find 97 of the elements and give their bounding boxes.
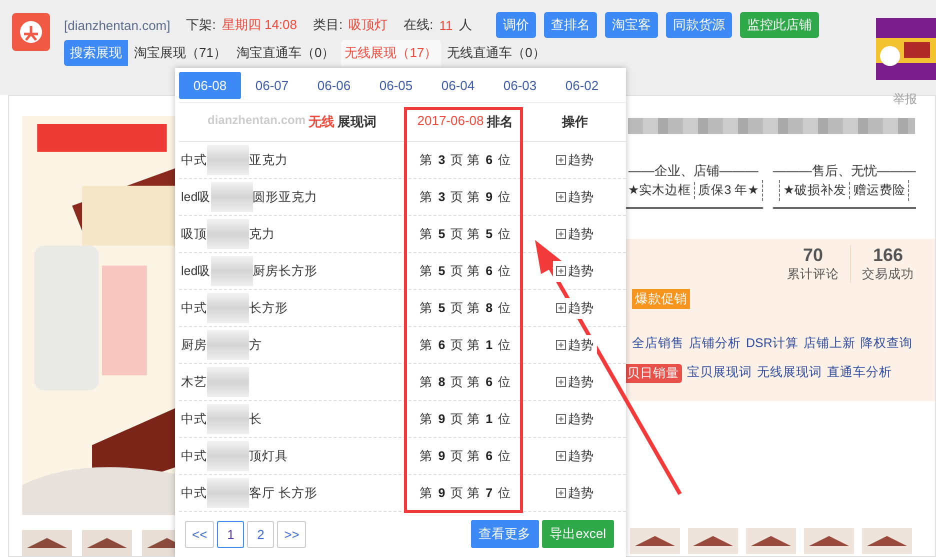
field-value: 星期四 14:08 [222, 16, 298, 34]
blur-mask [207, 330, 249, 360]
field-unit: 人 [458, 16, 472, 34]
date-tab[interactable]: 06-04 [427, 72, 489, 98]
keyword-text: 厨房长方形 [252, 262, 318, 280]
keyword-text: 方 [249, 336, 262, 354]
tab[interactable]: 淘宝展现（71） [130, 40, 230, 66]
blur-mask [207, 367, 249, 397]
page-button[interactable]: 2 [247, 520, 274, 548]
blur-mask [207, 404, 249, 434]
expand-icon [556, 266, 566, 276]
blur-mask [210, 182, 253, 212]
rank-text: 第 9 页 第 7 位 [418, 484, 512, 502]
keyword-text: 中式 [181, 410, 207, 428]
date-tab[interactable]: 06-03 [489, 72, 551, 98]
expand-icon [556, 340, 566, 350]
field-value: 吸顶灯 [348, 16, 388, 34]
keyword-text: 中式 [181, 152, 207, 168]
guarantee-item: 赠运费险 [852, 182, 906, 199]
stat-label: 累计评论 [787, 266, 839, 283]
keyword-text: 吸顶 [181, 226, 207, 242]
expand-icon [556, 192, 566, 202]
page-button[interactable]: 1 [217, 520, 244, 548]
guarantee-item: ★破损补发 [780, 182, 850, 199]
tool-link[interactable]: 直通车分析 [827, 364, 892, 383]
expand-icon [556, 451, 566, 461]
keyword-text: 亚克力 [249, 152, 288, 168]
expand-icon [556, 377, 566, 387]
rank-text: 第 9 页 第 1 位 [418, 410, 512, 428]
tool-link[interactable]: 店铺上新 [803, 335, 856, 352]
tool-link[interactable]: DSR计算 [746, 335, 798, 352]
stat-label: 交易成功 [862, 266, 914, 283]
stat-value: 70 [802, 245, 824, 266]
section-label: 搜索展现 [64, 40, 128, 66]
site-label: [dianzhentan.com] [64, 18, 170, 32]
guarantee-title: ——企业、店铺——— [628, 162, 758, 180]
tab[interactable]: 淘宝直通车（0） [232, 40, 339, 66]
tool-link[interactable]: 贝日销量 [624, 364, 682, 383]
date-tab[interactable]: 06-06 [303, 72, 365, 98]
promo-badge: 爆款促销 [632, 289, 690, 309]
date-tab[interactable]: 06-02 [551, 72, 613, 98]
guarantee-title: ———售后、无忧——— [772, 162, 916, 180]
blur-mask [207, 441, 249, 471]
keyword-text: 圆形亚克力 [252, 188, 318, 206]
keyword-text: 中式 [181, 300, 207, 316]
keyword-text: 中式 [181, 484, 207, 502]
keyword-text: 长方形 [249, 300, 288, 316]
blur-mask [210, 256, 253, 286]
date-tab[interactable]: 06-05 [365, 72, 427, 98]
field-value: 11 [439, 18, 453, 32]
expand-icon [556, 155, 566, 165]
logo-icon [12, 13, 50, 51]
expand-icon [556, 414, 566, 424]
date-label: 2017-06-08 [417, 113, 484, 130]
expand-icon [556, 303, 566, 313]
keyword-text: 木艺 [181, 374, 207, 390]
blur-mask [207, 145, 249, 175]
rank-text: 第 8 页 第 6 位 [418, 374, 512, 390]
field-label: 下架: [186, 16, 216, 34]
keyword-text: 客厅 长方形 [249, 484, 318, 502]
blur-mask [207, 478, 249, 508]
trend-link[interactable]: 趋势 [553, 334, 597, 356]
tool-link[interactable]: 店铺分析 [689, 335, 741, 352]
expand-icon [556, 229, 566, 239]
column-header-highlight: 无线 [308, 113, 334, 131]
keyword-text: 长 [249, 410, 262, 428]
page-button[interactable]: << [185, 520, 214, 548]
rank-text: 第 3 页 第 6 位 [418, 152, 512, 168]
rank-text: 第 5 页 第 8 位 [418, 300, 512, 316]
tool-link[interactable]: 宝贝展现词 [687, 364, 752, 383]
expand-icon [556, 488, 566, 498]
field-label: 类目: [313, 16, 343, 34]
page-button[interactable]: >> [277, 520, 306, 548]
keyword-text: 中式 [181, 448, 207, 464]
date-tab[interactable]: 06-07 [241, 72, 303, 98]
stat-value: 166 [872, 245, 904, 266]
rank-text: 第 5 页 第 6 位 [418, 262, 512, 280]
column-header: 排名 [486, 113, 513, 131]
rank-text: 第 3 页 第 9 位 [418, 188, 512, 206]
tool-link[interactable]: 无线展现词 [757, 364, 822, 383]
blur-mask [207, 219, 249, 249]
keyword-text: led吸 [181, 188, 211, 206]
rank-text: 第 5 页 第 5 位 [418, 226, 512, 242]
field-label: 在线: [404, 16, 434, 34]
column-header: 展现词 [338, 113, 376, 131]
tab[interactable]: 无线直通车（0） [443, 40, 550, 66]
blur-mask [207, 293, 249, 323]
tool-link[interactable]: 全店销售 [632, 335, 684, 352]
rank-text: 第 6 页 第 1 位 [418, 336, 512, 354]
keyword-text: 厨房 [181, 336, 207, 354]
column-header: 操作 [562, 113, 588, 131]
tool-link[interactable]: 降权查询 [860, 335, 912, 352]
rank-text: 第 9 页 第 6 位 [418, 448, 512, 464]
keyword-text: 顶灯具 [249, 448, 288, 464]
guarantee-item: 质保3 年★ [697, 182, 760, 199]
keyword-text: led吸 [181, 262, 211, 280]
keyword-text: 克力 [249, 226, 275, 242]
